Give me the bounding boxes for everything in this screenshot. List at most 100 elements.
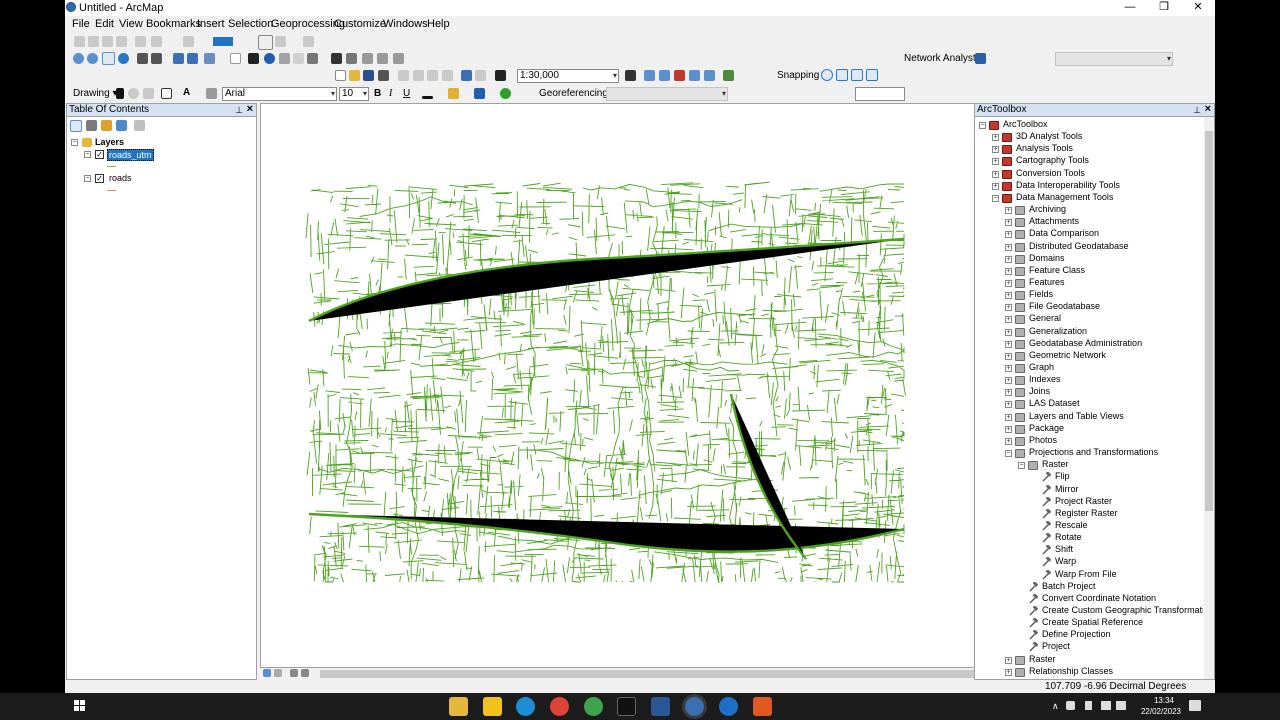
toolset-item-expand-toggle[interactable]: + — [1005, 340, 1012, 348]
toolset-item[interactable]: LAS Dataset — [1029, 398, 1080, 408]
restore-button[interactable]: ❐ — [1147, 0, 1181, 16]
toolset-item[interactable]: General — [1029, 313, 1061, 323]
time-slider-icon[interactable] — [377, 53, 388, 64]
toolset-item[interactable]: Layers and Table Views — [1029, 411, 1124, 421]
word-icon[interactable] — [651, 697, 670, 716]
menu-file[interactable]: File — [72, 18, 90, 30]
tray-usb-icon[interactable] — [1085, 701, 1092, 710]
layout-view-icon[interactable] — [274, 669, 282, 677]
select-elements-pointer-icon[interactable] — [116, 88, 124, 99]
tool-item[interactable]: Define Projection — [1042, 629, 1111, 639]
toolset-item-expand-toggle[interactable]: + — [1005, 437, 1012, 445]
toc-pin-icon[interactable]: ⊥ — [235, 104, 243, 116]
zoom-percent-box[interactable] — [213, 37, 233, 46]
layout-percent-icon[interactable] — [183, 36, 194, 47]
snapping-menu[interactable]: Snapping ▾ — [777, 70, 827, 81]
font-color-icon[interactable] — [422, 96, 433, 99]
toolbox-item-expand-toggle[interactable]: − — [992, 194, 999, 202]
zoom-out-fixed-icon[interactable] — [88, 36, 99, 47]
terminal-icon[interactable] — [617, 697, 636, 716]
clear-icon[interactable] — [116, 36, 127, 47]
fixed-zoom-in-icon[interactable] — [137, 53, 148, 64]
close-button[interactable]: ✕ — [1181, 0, 1215, 16]
clear-selection-icon[interactable] — [230, 53, 241, 64]
toolset-item[interactable]: Graph — [1029, 362, 1054, 372]
paste-icon[interactable] — [427, 70, 438, 81]
back-icon[interactable] — [173, 53, 184, 64]
arctoolbox-scrollbar[interactable] — [1204, 117, 1214, 679]
arctoolbox-root[interactable]: ArcToolbox — [1003, 119, 1048, 129]
tool-item[interactable]: Rescale — [1055, 520, 1088, 530]
layout-zoom-icon[interactable] — [151, 36, 162, 47]
marker-color-icon[interactable] — [500, 88, 511, 99]
underline-button[interactable]: U — [403, 88, 410, 99]
toc-options-icon[interactable] — [134, 120, 145, 131]
toolset-item[interactable]: Feature Class — [1029, 265, 1085, 275]
font-size-combo[interactable]: 10 ▾ — [339, 87, 369, 101]
toolset-item-expand-toggle[interactable]: + — [1005, 389, 1012, 397]
pause-drawing-icon[interactable] — [301, 669, 309, 677]
zoom-out-icon[interactable] — [87, 53, 98, 64]
tray-network-icon[interactable] — [1066, 701, 1075, 710]
toolbox-item[interactable]: Analysis Tools — [1016, 143, 1073, 153]
torrent-app-icon[interactable] — [584, 697, 603, 716]
georef-entry-box[interactable] — [855, 87, 905, 101]
toolset-item[interactable]: Package — [1029, 423, 1064, 433]
menu-customize[interactable]: Customize — [334, 18, 386, 30]
forward-icon[interactable] — [187, 53, 198, 64]
toolset-item-expand-toggle[interactable]: + — [1005, 401, 1012, 409]
road-network-map[interactable] — [261, 104, 1022, 667]
list-by-drawing-order-icon[interactable] — [70, 120, 82, 132]
menu-view[interactable]: View — [119, 18, 143, 30]
zoom-in-fixed-icon[interactable] — [74, 36, 85, 47]
add-data-icon[interactable] — [495, 70, 506, 81]
tool-item[interactable]: Shift — [1055, 544, 1073, 554]
map-horizontal-scrollbar[interactable] — [260, 668, 1023, 679]
toolset-item[interactable]: Fields — [1029, 289, 1053, 299]
tool-item[interactable]: Create Spatial Reference — [1042, 617, 1143, 627]
menu-windows[interactable]: Windows — [383, 18, 428, 30]
tool-item[interactable]: Project Raster — [1055, 496, 1112, 506]
italic-button[interactable]: I — [389, 88, 392, 99]
toolset-item-expand-toggle[interactable]: + — [1005, 279, 1012, 287]
toolset-item-expand-toggle[interactable]: + — [1005, 377, 1012, 385]
toolbox-item-expand-toggle[interactable]: + — [992, 134, 999, 142]
select-features-icon[interactable] — [204, 53, 215, 64]
toolset-item-expand-toggle[interactable]: + — [1005, 352, 1012, 360]
windows-start-icon[interactable] — [74, 700, 86, 712]
file-explorer-icon[interactable] — [449, 697, 468, 716]
map-horizontal-thumb[interactable] — [320, 670, 1010, 678]
toolset-item-expand-toggle[interactable]: + — [1005, 668, 1012, 676]
toolset-item[interactable]: Relationship Classes — [1029, 666, 1113, 676]
toolbox-item[interactable]: Data Management Tools — [1016, 192, 1113, 202]
edge-browser-icon[interactable] — [516, 697, 535, 716]
tool-item[interactable]: Create Custom Geographic Transformation — [1042, 605, 1203, 615]
toolset-item[interactable]: Projections and Transformations — [1029, 447, 1158, 457]
georef-layer-combo[interactable]: ▾ — [606, 87, 728, 101]
roads-utm-symbol[interactable] — [107, 166, 116, 167]
toolset-item-expand-toggle[interactable]: + — [1005, 365, 1012, 372]
tray-overflow-icon[interactable]: ∧ — [1052, 701, 1059, 712]
undo-icon[interactable] — [461, 70, 472, 81]
full-extent-icon[interactable] — [102, 36, 113, 47]
line-color-icon[interactable] — [474, 88, 485, 99]
toolset-item[interactable]: File Geodatabase — [1029, 301, 1100, 311]
rectangle-icon[interactable] — [161, 88, 172, 99]
rotate-icon[interactable] — [128, 88, 139, 99]
tray-volume-icon[interactable] — [1116, 701, 1126, 710]
toolset-item[interactable]: Photos — [1029, 435, 1057, 445]
roads-utm-collapse-toggle[interactable]: − — [84, 151, 91, 158]
toolset-item[interactable]: Data Comparison — [1029, 228, 1099, 238]
tool-item[interactable]: Project — [1042, 641, 1070, 651]
select-elements-icon[interactable] — [248, 53, 259, 64]
go-to-xy-icon[interactable] — [362, 53, 373, 64]
toolset-item-expand-toggle[interactable]: + — [1005, 304, 1012, 312]
measure-icon[interactable] — [307, 53, 318, 64]
menu-bookmarks[interactable]: Bookmarks — [146, 18, 201, 30]
delete-icon[interactable] — [442, 70, 453, 81]
bold-button[interactable]: B — [374, 88, 381, 99]
toolset-item[interactable]: Features — [1029, 277, 1065, 287]
refresh-icon[interactable] — [290, 669, 298, 677]
open-folder-icon[interactable] — [349, 70, 360, 81]
arctoolbox-root-expand-toggle[interactable]: − — [979, 122, 986, 129]
